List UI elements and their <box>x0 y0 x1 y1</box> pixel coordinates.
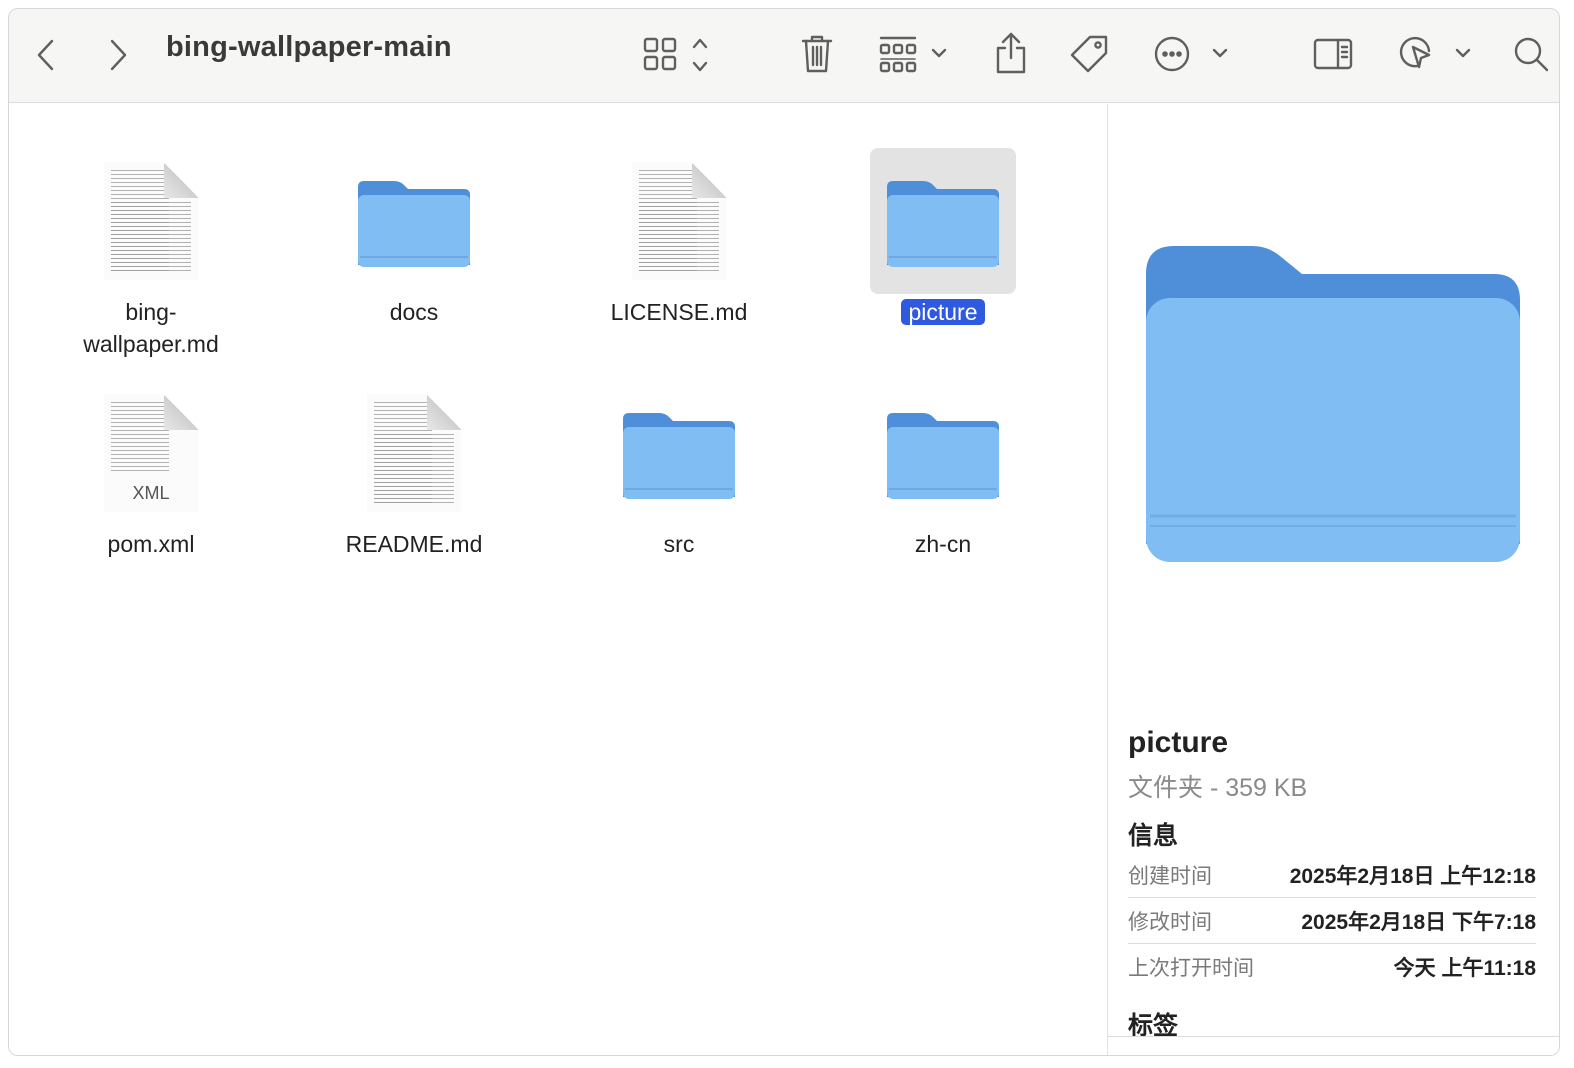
file-item-docs[interactable]: docs <box>304 148 524 368</box>
folder-icon <box>358 181 470 267</box>
file-label: zh-cn <box>914 531 972 557</box>
markup-icon <box>1399 36 1471 69</box>
file-label: pom.xml <box>107 531 195 557</box>
folder-icon <box>887 413 999 499</box>
folder-icon <box>623 413 735 499</box>
markdown-document-icon <box>632 162 726 280</box>
file-item-picture[interactable]: picture <box>833 148 1053 368</box>
icon-grid-view-icon <box>643 37 708 72</box>
xml-document-icon: XML <box>104 394 198 512</box>
tag-icon <box>1070 35 1108 73</box>
delete-button[interactable] <box>797 29 837 79</box>
more-actions-button[interactable] <box>1153 31 1237 77</box>
forward-button[interactable] <box>103 35 133 75</box>
file-item-zh-cn[interactable]: zh-cn <box>833 380 1053 600</box>
chevron-right-icon <box>110 39 127 71</box>
sidebar-icon <box>1313 38 1353 70</box>
large-folder-icon <box>1146 246 1520 562</box>
share-icon <box>996 32 1026 74</box>
tags-heading: 标签 <box>1128 1012 1179 1036</box>
toolbar: bing-wallpaper-main <box>9 9 1559 103</box>
info-row-modified: 修改时间 2025年2月18日 下午7:18 <box>1128 898 1536 944</box>
preview-title: picture <box>1128 726 1229 759</box>
search-button[interactable] <box>1509 29 1553 79</box>
markup-button[interactable] <box>1399 31 1477 77</box>
search-icon <box>1514 37 1549 72</box>
file-item-license-md[interactable]: LICENSE.md <box>569 148 789 368</box>
file-item-pom-xml[interactable]: XML pom.xml <box>41 380 261 600</box>
group-icon <box>879 36 947 73</box>
file-label: docs <box>389 299 439 325</box>
back-button[interactable] <box>31 35 61 75</box>
file-label: bing-wallpaper.md <box>83 299 219 357</box>
file-item-src[interactable]: src <box>569 380 789 600</box>
file-item-readme-md[interactable]: README.md <box>304 380 524 600</box>
view-mode-button[interactable] <box>641 33 717 77</box>
preview-pane: picture 文件夹 - 359 KB 信息 创建时间 2025年2月18日 … <box>1107 104 1559 1055</box>
file-label: src <box>663 531 695 557</box>
trash-icon <box>801 35 833 73</box>
chevron-left-icon <box>37 39 54 71</box>
info-row-created: 创建时间 2025年2月18日 上午12:18 <box>1128 852 1536 898</box>
preview-pane-button[interactable] <box>1311 31 1355 77</box>
share-button[interactable] <box>991 27 1031 79</box>
markdown-document-icon <box>104 162 198 280</box>
file-label: picture <box>833 296 1053 328</box>
info-row-last-opened: 上次打开时间 今天 上午11:18 <box>1128 957 1536 980</box>
more-icon <box>1154 36 1228 72</box>
info-heading: 信息 <box>1128 822 1179 850</box>
file-label: LICENSE.md <box>610 299 748 325</box>
folder-icon <box>887 181 999 267</box>
file-label: README.md <box>345 531 483 557</box>
preview-bottom-bar <box>1108 1036 1559 1055</box>
file-grid: bing-wallpaper.md docs LICENSE.md pictur… <box>9 104 1107 1055</box>
finder-window: bing-wallpaper-main bing- wallpaper.md d… <box>8 8 1560 1056</box>
window-title: bing-wallpaper-main <box>166 31 452 63</box>
tag-button[interactable] <box>1067 29 1111 79</box>
file-item-bing-wallpaper-md[interactable]: bing-wallpaper.md <box>41 148 261 368</box>
preview-subtitle: 文件夹 - 359 KB <box>1128 774 1308 802</box>
group-by-button[interactable] <box>877 31 953 77</box>
markdown-document-icon <box>367 394 461 512</box>
